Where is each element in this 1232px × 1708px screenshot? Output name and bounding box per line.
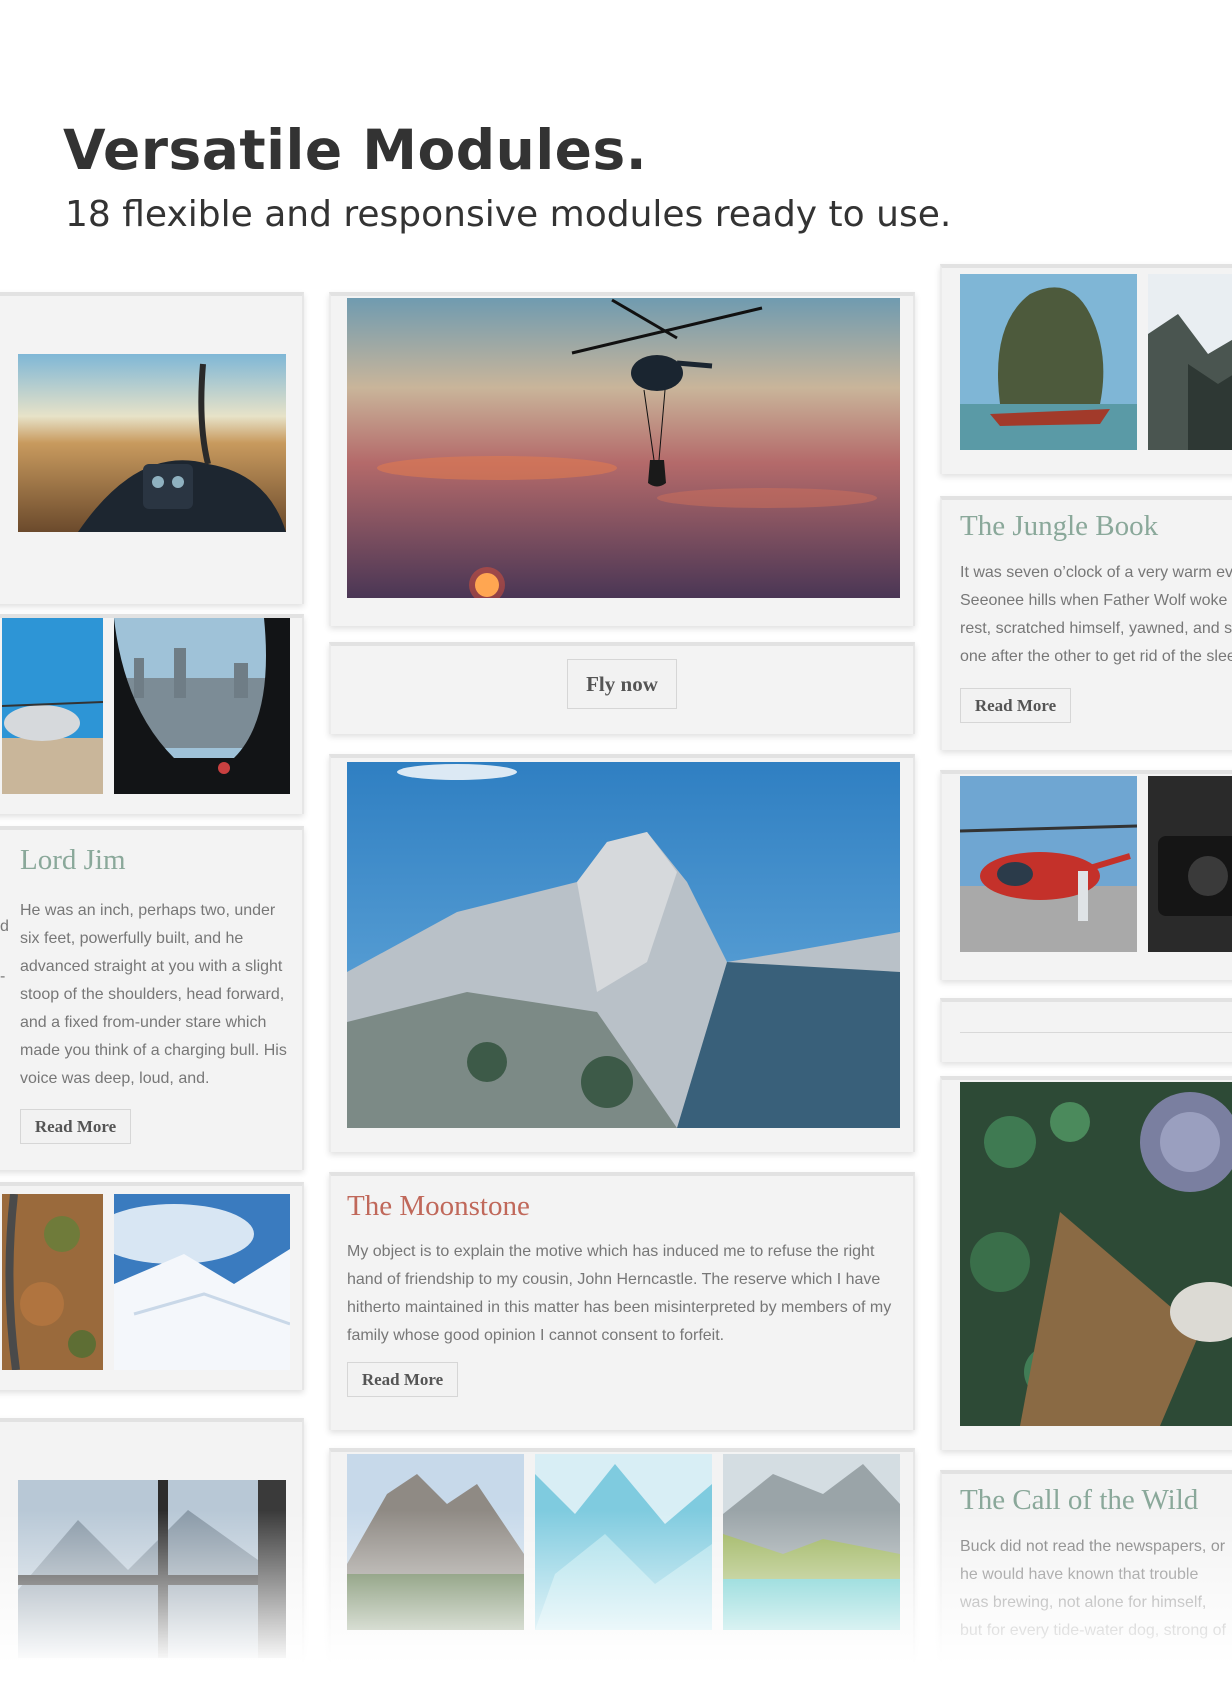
text-line: but for every tide-water dog, strong of (960, 1622, 1226, 1639)
module-card-gallery-nature (0, 1182, 304, 1390)
card-title: The Moonstone (347, 1190, 530, 1222)
module-card-gallery-helicopters (0, 614, 304, 814)
dark-camera-photo[interactable] (1148, 776, 1232, 952)
text-line: he would have known that trouble (960, 1566, 1199, 1583)
text-line: family whose good opinion I cannot conse… (347, 1327, 725, 1344)
module-card-succulents (940, 1076, 1232, 1450)
card-text: It was seven o’clock of a very warm ev S… (960, 559, 1232, 671)
module-card-cockpit (0, 292, 304, 604)
module-card-call-of-the-wild: The Call of the Wild Buck did not read t… (940, 1470, 1232, 1688)
module-card-gallery-landscapes (329, 1448, 915, 1688)
text-line: one after the other to get rid of the sl… (960, 648, 1232, 665)
read-more-button[interactable]: Read More (347, 1362, 458, 1397)
read-more-button[interactable]: Read More (960, 688, 1071, 723)
module-card-jungle-book: The Jungle Book It was seven o’clock of … (940, 496, 1232, 750)
module-card-lord-jim: Lord Jim He was an inch, perhaps two, un… (0, 826, 304, 1170)
red-helicopter-photo[interactable] (960, 776, 1137, 952)
read-more-button[interactable]: Read More (20, 1109, 131, 1144)
text-line: made you think of a charging bull. His (20, 1042, 287, 1059)
text-line: He was an inch, perhaps two, under (20, 902, 276, 919)
text-line: It was seven o’clock of a very warm ev (960, 564, 1232, 581)
module-card-gallery-coast (940, 264, 1232, 474)
edge-fragment-text: d (0, 918, 9, 935)
module-card-fly-now: Fly now (329, 642, 915, 734)
edge-fragment-text: - (0, 968, 6, 985)
text-line: Seeonee hills when Father Wolf woke u (960, 592, 1232, 609)
card-text: Buck did not read the newspapers, or he … (960, 1533, 1232, 1645)
text-line: Buck did not read the newspapers, or (960, 1538, 1226, 1555)
text-line: and a fixed from-under stare which (20, 1014, 267, 1031)
rock-island-boat-photo[interactable] (960, 274, 1137, 450)
helicopter-at-sunset-photo[interactable] (347, 298, 900, 598)
module-card-helicopter-sunset (329, 292, 915, 626)
text-line: rest, scratched himself, yawned, and sp (960, 620, 1232, 637)
autumn-road-aerial-photo[interactable] (2, 1194, 103, 1370)
module-card-moonstone: The Moonstone My object is to explain th… (329, 1172, 915, 1430)
page-title: Versatile Modules. (63, 118, 648, 182)
succulent-plants-photo[interactable] (960, 1082, 1232, 1426)
card-text: My object is to explain the motive which… (347, 1238, 907, 1350)
misty-cliff-photo[interactable] (1148, 274, 1232, 450)
text-line: hand of friendship to my cousin, John He… (347, 1271, 881, 1288)
module-card-gallery-helicopter-red (940, 770, 1232, 980)
text-line: was brewing, not alone for himself, (960, 1594, 1207, 1611)
module-card-divider (940, 998, 1232, 1062)
fly-now-button[interactable]: Fly now (567, 659, 677, 709)
dolomites-peaks-photo[interactable] (347, 1454, 524, 1630)
card-title: The Jungle Book (960, 510, 1159, 542)
module-card-half-dome (329, 754, 915, 1152)
card-title: The Call of the Wild (960, 1484, 1199, 1516)
text-line: voice was deep, loud, and. (20, 1070, 210, 1087)
helicopter-cockpit-over-city-photo[interactable] (18, 354, 286, 532)
half-dome-mountain-photo[interactable] (347, 762, 900, 1128)
card-text: He was an inch, perhaps two, under six f… (20, 897, 300, 1093)
glacier-ice-photo[interactable] (535, 1454, 712, 1630)
page-subtitle: 18 flexible and responsive modules ready… (65, 194, 952, 235)
card-title: Lord Jim (20, 844, 126, 876)
cockpit-view-skyline-photo[interactable] (114, 618, 290, 794)
text-line: advanced straight at you with a slight (20, 958, 283, 975)
snowy-mountain-photo[interactable] (114, 1194, 290, 1370)
helicopter-on-ground-photo[interactable] (2, 618, 103, 794)
mountain-through-window-photo[interactable] (18, 1480, 286, 1658)
divider (960, 1032, 1232, 1033)
text-line: stoop of the shoulders, head forward, (20, 986, 285, 1003)
alpine-lake-photo[interactable] (723, 1454, 900, 1630)
text-line: six feet, powerfully built, and he (20, 930, 244, 947)
module-card-window-view (0, 1418, 304, 1678)
text-line: hitherto maintained in this matter has b… (347, 1299, 892, 1316)
text-line: My object is to explain the motive which… (347, 1243, 875, 1260)
